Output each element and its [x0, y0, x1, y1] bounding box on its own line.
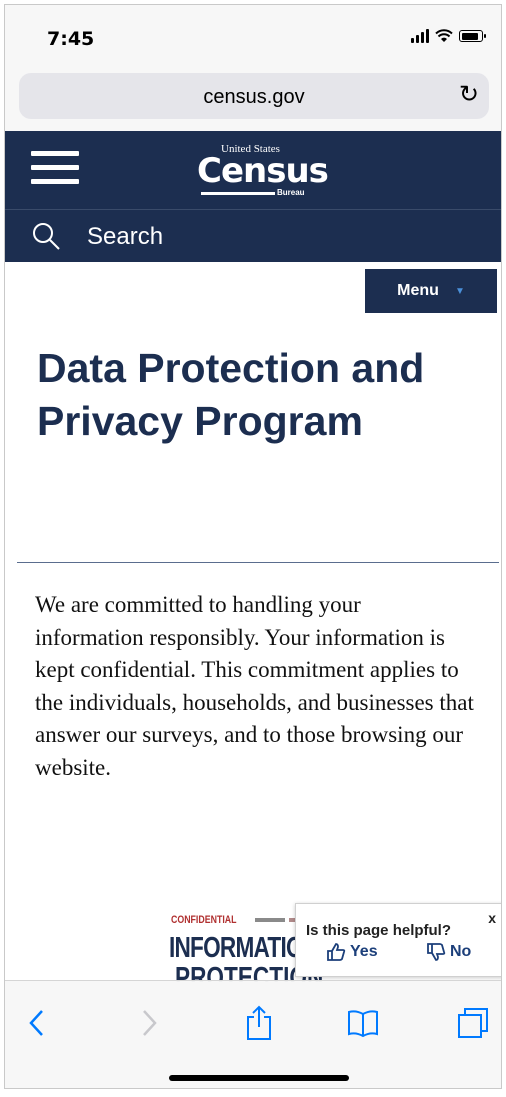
feedback-no-label: No	[450, 943, 472, 960]
url-text[interactable]: census.gov	[19, 86, 489, 109]
hamburger-menu-icon[interactable]	[31, 151, 79, 189]
cellular-signal-icon	[411, 29, 429, 43]
home-indicator[interactable]	[169, 1075, 349, 1081]
menu-button-label: Menu	[397, 282, 439, 299]
phone-screen: 7:45 census.gov ↻ United States Census B…	[4, 4, 502, 1089]
site-search-bar[interactable]: Search	[5, 209, 501, 262]
feedback-yes-label: Yes	[350, 943, 378, 960]
logo-bureau: Bureau	[277, 188, 305, 197]
search-label[interactable]: Search	[87, 223, 163, 251]
census-logo[interactable]: United States Census Bureau	[195, 143, 329, 199]
intro-paragraph: We are committed to handling your inform…	[35, 592, 474, 780]
title-divider	[17, 562, 499, 563]
tabs-icon[interactable]	[453, 1003, 493, 1043]
search-icon[interactable]	[31, 221, 61, 251]
feedback-widget: x Is this page helpful? Yes No	[295, 903, 501, 977]
menu-button[interactable]: Menu ▼	[365, 269, 497, 313]
page-title: Data Protection and Privacy Program	[37, 345, 425, 444]
feedback-no-button[interactable]: No	[426, 942, 471, 962]
close-icon[interactable]: x	[488, 910, 496, 926]
share-icon[interactable]	[239, 1003, 279, 1043]
site-header: United States Census Bureau	[5, 131, 501, 209]
image-word-confidential: CONFIDENTIAL	[171, 914, 237, 926]
browser-address-area: census.gov ↻	[5, 63, 501, 131]
reload-icon[interactable]: ↻	[459, 82, 479, 108]
address-bar[interactable]: census.gov ↻	[19, 73, 489, 119]
bookmarks-icon[interactable]	[343, 1003, 383, 1043]
status-bar: 7:45	[5, 5, 501, 63]
status-time: 7:45	[47, 28, 95, 50]
logo-underline	[201, 192, 275, 195]
status-icons	[411, 29, 486, 43]
feedback-yes-button[interactable]: Yes	[326, 942, 378, 962]
wifi-icon	[435, 29, 453, 42]
logo-census: Census	[197, 151, 329, 191]
thumbs-down-icon	[427, 943, 446, 961]
forward-icon[interactable]	[129, 1003, 169, 1043]
thumbs-up-icon	[327, 943, 346, 961]
chevron-down-icon: ▼	[454, 285, 465, 297]
battery-icon	[459, 30, 486, 42]
feedback-question: Is this page helpful?	[306, 922, 452, 939]
browser-toolbar	[5, 980, 501, 1088]
back-icon[interactable]	[17, 1003, 57, 1043]
